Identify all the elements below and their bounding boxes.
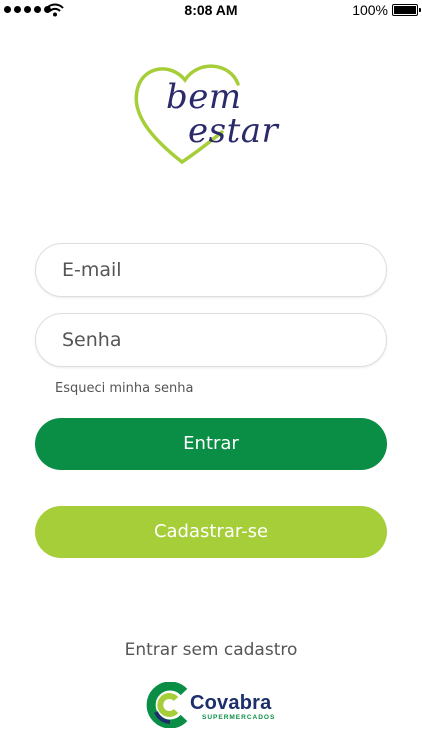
status-bar: 8:08 AM 100% [0, 0, 422, 22]
forgot-password-link[interactable]: Esqueci minha senha [55, 381, 193, 396]
login-screen: 8:08 AM 100% bem estar Esqueci minha sen… [0, 0, 422, 750]
email-field[interactable] [36, 244, 386, 296]
bem-estar-logo: bem estar [130, 62, 295, 172]
password-field-container [35, 313, 387, 367]
brand-name: Covabra [190, 692, 272, 714]
logo-line-1: bem [166, 77, 242, 117]
battery-percentage: 100% [352, 2, 388, 18]
covabra-c-icon [146, 682, 188, 728]
email-field-container [35, 243, 387, 297]
signup-button[interactable]: Cadastrar-se [35, 506, 387, 558]
enter-button[interactable]: Entrar [35, 418, 387, 470]
password-field[interactable] [36, 314, 386, 366]
enter-without-signup-link[interactable]: Entrar sem cadastro [0, 640, 422, 660]
logo-line-2: estar [188, 111, 279, 151]
covabra-logo: Covabra SUPERMERCADOS [146, 682, 278, 728]
brand-subtitle: SUPERMERCADOS [202, 714, 276, 721]
battery-icon [392, 4, 421, 16]
